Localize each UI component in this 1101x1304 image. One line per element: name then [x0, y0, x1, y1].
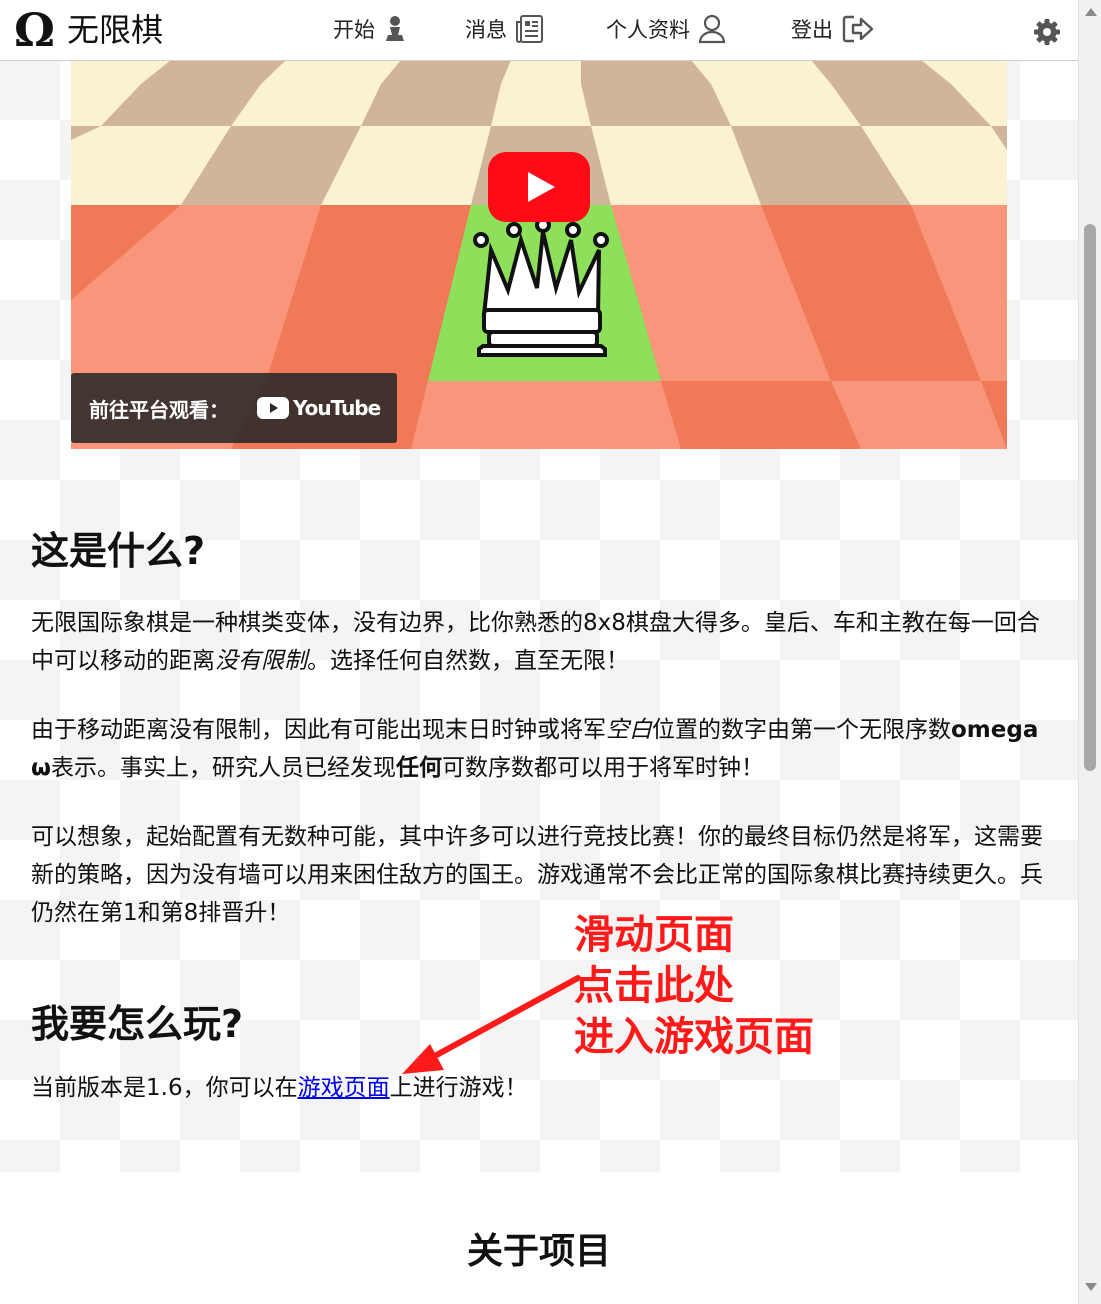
nav-start[interactable]: 开始 — [333, 14, 407, 44]
user-icon — [698, 14, 726, 44]
paragraph-omega-strong-any: 任何 — [396, 755, 442, 781]
paragraph-how-to-play: 当前版本是1.6，你可以在游戏页面上进行游戏！ — [31, 1069, 1051, 1107]
youtube-wordmark: YouTube — [293, 396, 381, 420]
section-title-how: 我要怎么玩? — [31, 1002, 244, 1046]
paragraph-intro-text-b: 。选择任何自然数，直至无限！ — [307, 648, 629, 674]
annotation-line-2: 点击此处 — [574, 963, 734, 1009]
paragraph-omega-text-b: 位置的数字由第一个无限序数 — [652, 717, 951, 743]
annotation-line-3: 进入游戏页面 — [574, 1014, 814, 1060]
nav-logout[interactable]: 登出 — [791, 14, 875, 44]
nav-start-label: 开始 — [333, 18, 375, 42]
paragraph-omega-text-d: 可数序数都可以用于将军时钟！ — [442, 755, 764, 781]
scroll-up-arrow-icon[interactable] — [1085, 8, 1097, 16]
paragraph-intro: 无限国际象棋是一种棋类变体，没有边界，比你熟悉的8x8棋盘大得多。皇后、车和主教… — [31, 604, 1051, 680]
paragraph-how-text-b: 上进行游戏！ — [389, 1075, 528, 1101]
youtube-logo: YouTube — [257, 396, 381, 420]
pawn-icon — [386, 16, 404, 41]
youtube-logo-icon — [257, 397, 289, 419]
nav-profile[interactable]: 个人资料 — [606, 14, 726, 44]
annotation-line-1: 滑动页面 — [574, 912, 734, 958]
nav-profile-label: 个人资料 — [606, 18, 690, 42]
top-navbar: Ω 无限棋 开始 消息 个人资料 登出 — [0, 0, 1078, 61]
newspaper-icon — [516, 15, 543, 43]
section-title-what: 这是什么? — [31, 529, 206, 573]
watch-on-youtube-bar[interactable]: 前往平台观看： YouTube — [71, 373, 397, 443]
gear-icon[interactable] — [1033, 18, 1061, 46]
app-title: 无限棋 — [66, 11, 163, 49]
play-icon — [488, 152, 590, 222]
paragraph-omega: 由于移动距离没有限制，因此有可能出现末日时钟或将军空白位置的数字由第一个无限序数… — [31, 711, 1051, 787]
logout-icon — [842, 15, 874, 43]
omega-logo-icon: Ω — [14, 3, 55, 57]
nav-logout-label: 登出 — [791, 18, 833, 42]
paragraph-how-text-a: 当前版本是1.6，你可以在 — [31, 1075, 298, 1101]
paragraph-intro-emphasis: 没有限制 — [215, 648, 307, 674]
nav-news[interactable]: 消息 — [465, 14, 545, 44]
paragraph-strategy: 可以想象，起始配置有无数种可能，其中许多可以进行竞技比赛！你的最终目标仍然是将军… — [31, 824, 1043, 926]
annotation-callout: 滑动页面 点击此处 进入游戏页面 — [574, 910, 814, 1063]
watch-on-label: 前往平台观看： — [89, 397, 229, 422]
app-logo[interactable]: Ω 无限棋 — [14, 5, 163, 55]
paragraph-omega-text-c: 表示。事实上，研究人员已经发现 — [51, 755, 396, 781]
about-title: 关于项目 — [466, 1231, 611, 1272]
vertical-scrollbar[interactable] — [1078, 0, 1101, 1304]
scroll-down-arrow-icon[interactable] — [1085, 1283, 1097, 1291]
game-page-link[interactable]: 游戏页面 — [298, 1075, 390, 1101]
nav-news-label: 消息 — [465, 18, 507, 42]
scrollbar-thumb[interactable] — [1084, 224, 1096, 771]
paragraph-omega-emphasis: 空白 — [606, 717, 652, 743]
paragraph-omega-text-a: 由于移动距离没有限制，因此有可能出现末日时钟或将军 — [31, 717, 606, 743]
